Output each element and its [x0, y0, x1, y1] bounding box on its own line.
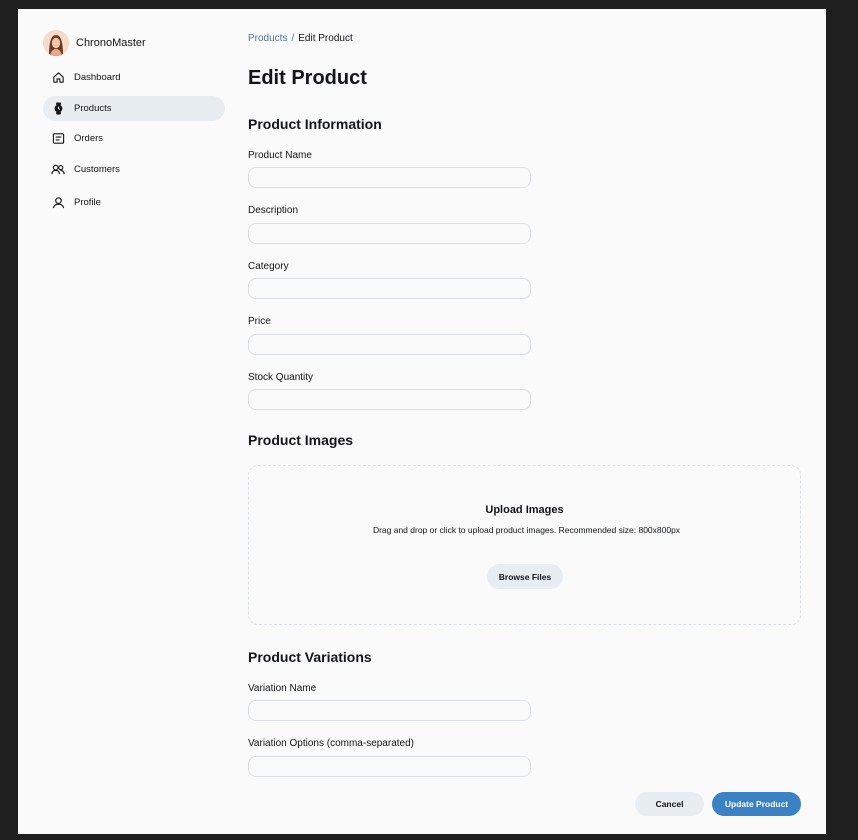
- sidebar-item-label: Dashboard: [74, 72, 121, 83]
- users-icon: [51, 162, 65, 176]
- sidebar-item-dashboard[interactable]: Dashboard: [43, 65, 225, 90]
- sidebar: ChronoMaster Dashboard Products Orders C…: [43, 27, 225, 220]
- stock-quantity-label: Stock Quantity: [248, 372, 314, 383]
- variation-name-input[interactable]: [248, 700, 531, 721]
- variation-options-label: Variation Options (comma-separated): [248, 738, 414, 749]
- product-name-label: Product Name: [248, 150, 312, 161]
- avatar: [43, 30, 69, 56]
- sidebar-item-profile[interactable]: Profile: [43, 190, 225, 215]
- sidebar-item-orders[interactable]: Orders: [43, 126, 225, 151]
- sidebar-item-customers[interactable]: Customers: [43, 157, 225, 182]
- sidebar-item-label: Customers: [74, 163, 120, 175]
- description-input[interactable]: [248, 223, 531, 244]
- category-input[interactable]: [248, 278, 531, 299]
- sidebar-item-label: Profile: [74, 196, 101, 208]
- breadcrumb: Products / Edit Product: [248, 33, 353, 44]
- breadcrumb-products-link[interactable]: Products: [248, 33, 287, 44]
- brand-name: ChronoMaster: [76, 37, 146, 49]
- browse-files-button[interactable]: Browse Files: [487, 564, 563, 589]
- description-label: Description: [248, 205, 299, 216]
- update-product-button[interactable]: Update Product: [712, 792, 801, 816]
- breadcrumb-current: Edit Product: [298, 33, 353, 44]
- home-icon: [51, 71, 65, 85]
- sidebar-item-label: Products: [74, 102, 112, 114]
- receipt-icon: [51, 132, 65, 146]
- sidebar-item-products[interactable]: Products: [43, 95, 225, 121]
- price-label: Price: [248, 316, 271, 327]
- price-input[interactable]: [248, 334, 531, 355]
- user-icon: [51, 195, 65, 209]
- breadcrumb-separator: /: [291, 33, 295, 44]
- upload-title: Upload Images: [485, 504, 564, 516]
- section-title-product-variations: Product Variations: [248, 649, 372, 665]
- variation-name-label: Variation Name: [248, 683, 317, 694]
- stock-quantity-input[interactable]: [248, 389, 531, 410]
- section-title-product-images: Product Images: [248, 432, 354, 448]
- upload-hint: Drag and drop or click to upload product…: [372, 525, 681, 535]
- page-title: Edit Product: [248, 67, 367, 89]
- section-title-product-information: Product Information: [248, 116, 382, 132]
- watch-icon: [51, 101, 65, 115]
- app-window: ChronoMaster Dashboard Products Orders C…: [18, 9, 826, 834]
- product-name-input[interactable]: [248, 167, 531, 188]
- brand: ChronoMaster: [43, 27, 225, 59]
- sidebar-item-label: Orders: [74, 133, 104, 144]
- image-upload-dropzone[interactable]: Upload Images Drag and drop or click to …: [248, 465, 801, 625]
- category-label: Category: [248, 261, 289, 272]
- cancel-button[interactable]: Cancel: [635, 792, 704, 816]
- variation-options-input[interactable]: [248, 756, 531, 777]
